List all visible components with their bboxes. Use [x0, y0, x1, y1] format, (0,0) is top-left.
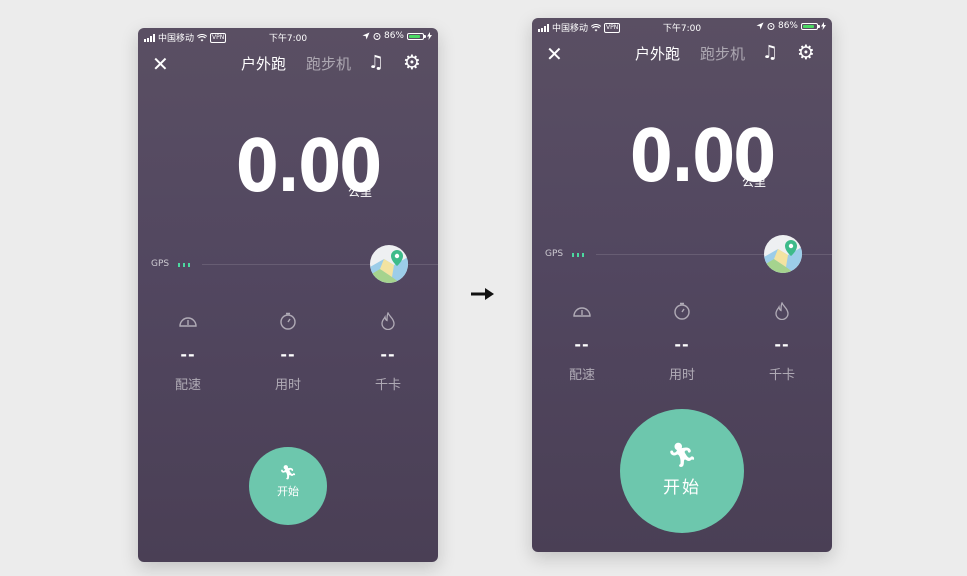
stopwatch-icon: [280, 312, 296, 330]
map-button[interactable]: [370, 245, 408, 283]
map-pin-icon: [764, 240, 802, 273]
stat-duration: -- 用时: [652, 302, 712, 383]
map-button[interactable]: [764, 235, 802, 273]
charging-icon: [427, 32, 432, 40]
gps-label: GPS: [545, 249, 564, 259]
stat-calories: -- 千卡: [752, 302, 812, 383]
distance-unit: 公里: [742, 175, 767, 189]
stat-pace: -- 配速: [552, 302, 612, 383]
calories-label: 千卡: [768, 368, 795, 383]
flame-icon: [775, 302, 789, 320]
flame-icon: [381, 312, 395, 330]
duration-value: --: [280, 345, 296, 364]
start-button[interactable]: 🏃︎ 开始: [620, 409, 744, 533]
gear-icon[interactable]: ⚙: [797, 41, 815, 63]
start-label: 开始: [663, 478, 701, 498]
duration-value: --: [674, 335, 690, 354]
pace-value: --: [180, 345, 196, 364]
map-pin-icon: [370, 250, 408, 283]
arrow-right-icon: [471, 288, 494, 300]
running-man-icon: 🏃︎: [666, 441, 698, 469]
calories-value: --: [774, 335, 790, 354]
stat-duration: -- 用时: [258, 312, 318, 393]
alarm-icon: [767, 23, 775, 30]
top-nav: ✕ 户外跑 跑步机 ♫ ⚙: [532, 40, 832, 68]
battery-icon: [801, 22, 820, 30]
phone-screen-after: 中国移动 VPN 下午7:00 86% ✕ 户外跑 跑步机 ♫ ⚙ 0.00 公…: [532, 18, 832, 552]
status-bar: 中国移动 VPN 下午7:00 86%: [138, 28, 438, 46]
pace-label: 配速: [568, 368, 595, 383]
battery-icon: [407, 32, 426, 40]
running-man-icon: 🏃︎: [279, 465, 297, 481]
phone-screen-before: 中国移动 VPN 下午7:00 86% ✕ 户外跑 跑步机 ♫ ⚙ 0.00 公…: [138, 28, 438, 562]
tab-outdoor-run[interactable]: 户外跑: [635, 44, 680, 64]
music-icon[interactable]: ♫: [368, 52, 384, 74]
gps-label: GPS: [151, 259, 170, 269]
gps-signal-icon: [572, 253, 584, 257]
location-icon: [362, 32, 370, 40]
start-label: 开始: [277, 485, 299, 498]
gps-signal-icon: [178, 263, 190, 267]
speedometer-icon: [573, 307, 591, 317]
alarm-icon: [373, 33, 381, 40]
tab-treadmill[interactable]: 跑步机: [306, 54, 351, 74]
stopwatch-icon: [674, 302, 690, 320]
stat-calories: -- 千卡: [358, 312, 418, 393]
duration-label: 用时: [274, 378, 301, 393]
close-icon[interactable]: ✕: [152, 53, 169, 75]
charging-icon: [821, 22, 826, 30]
tab-outdoor-run[interactable]: 户外跑: [241, 54, 286, 74]
distance-unit: 公里: [348, 185, 373, 199]
speedometer-icon: [179, 317, 197, 327]
start-button[interactable]: 🏃︎ 开始: [249, 447, 327, 525]
duration-label: 用时: [668, 368, 695, 383]
top-nav: ✕ 户外跑 跑步机 ♫ ⚙: [138, 50, 438, 78]
battery-percent: 86%: [383, 31, 404, 41]
pace-value: --: [574, 335, 590, 354]
gear-icon[interactable]: ⚙: [403, 51, 421, 73]
stat-pace: -- 配速: [158, 312, 218, 393]
tab-treadmill[interactable]: 跑步机: [700, 44, 745, 64]
pace-label: 配速: [174, 378, 201, 393]
location-icon: [756, 22, 764, 30]
calories-label: 千卡: [374, 378, 401, 393]
status-bar: 中国移动 VPN 下午7:00 86%: [532, 18, 832, 36]
close-icon[interactable]: ✕: [546, 43, 563, 65]
calories-value: --: [380, 345, 396, 364]
battery-percent: 86%: [777, 21, 798, 31]
music-icon[interactable]: ♫: [762, 42, 778, 64]
